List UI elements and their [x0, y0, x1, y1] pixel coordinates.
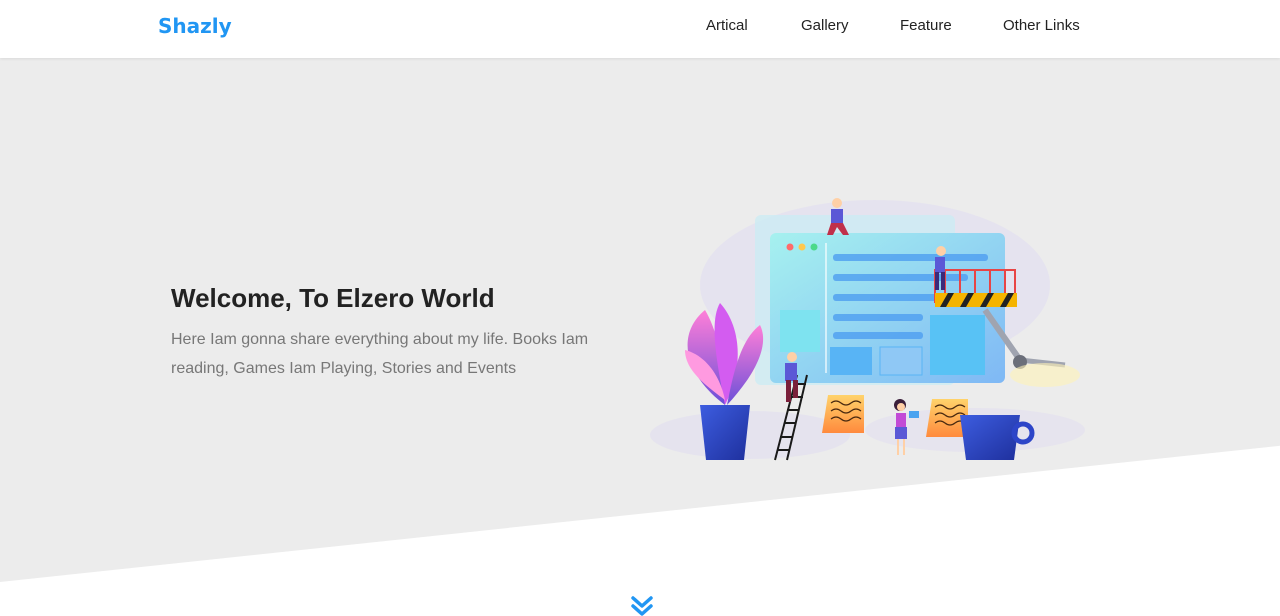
nav-link-other-links[interactable]: Other Links — [1003, 17, 1080, 34]
nav-link-gallery[interactable]: Gallery — [801, 17, 849, 34]
hero-illustration — [650, 198, 1085, 461]
site-header: Shazly Artical Gallery Feature Other Lin… — [0, 0, 1280, 58]
main-nav: Artical Gallery Feature Other Links — [0, 17, 1280, 41]
nav-link-artical[interactable]: Artical — [706, 17, 748, 34]
double-chevron-down-icon[interactable] — [629, 595, 655, 616]
browser-window-graphic — [770, 233, 1005, 383]
hero-description: Here Iam gonna share everything about my… — [171, 331, 589, 377]
nav-link-feature[interactable]: Feature — [900, 17, 952, 34]
hero-title: Welcome, To Elzero World — [171, 283, 495, 313]
